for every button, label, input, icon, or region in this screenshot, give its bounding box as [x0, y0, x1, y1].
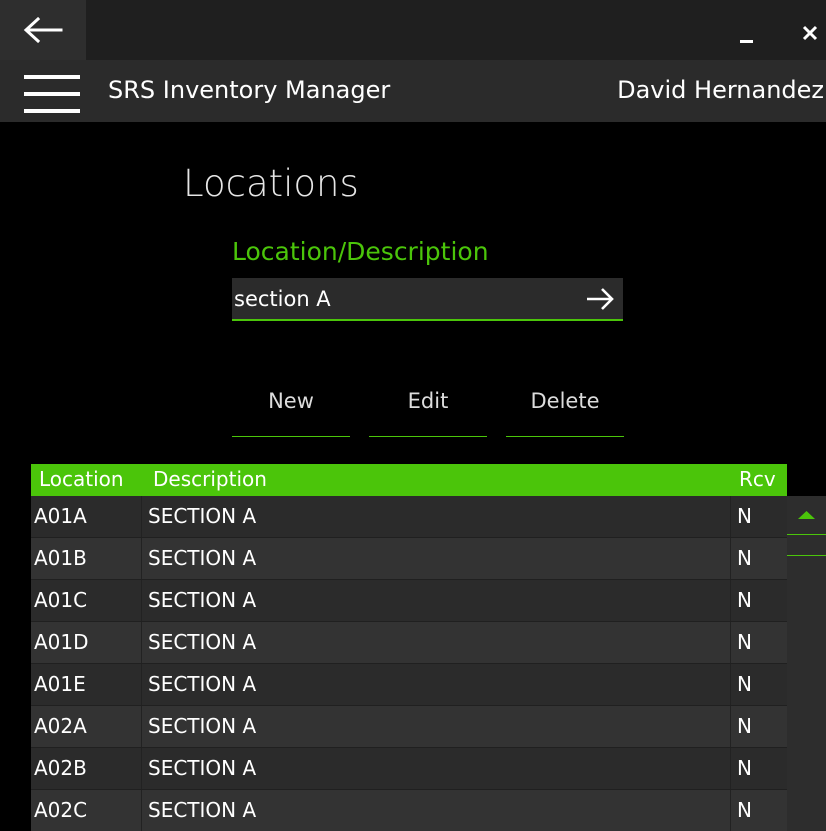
close-button[interactable]: [782, 0, 826, 60]
description-cell: SECTION A: [143, 706, 731, 747]
location-cell: A02B: [31, 748, 142, 789]
column-header-rcv[interactable]: Rcv: [739, 467, 776, 491]
locations-grid: Location Description Rcv A01A SECTION ANA…: [31, 464, 826, 831]
search-label: Location/Description: [232, 237, 489, 266]
table-row[interactable]: A02C SECTION AN: [31, 790, 787, 831]
rcv-cell: N: [737, 756, 752, 780]
rcv-cell: N: [737, 588, 752, 612]
search-box: [232, 278, 623, 321]
vertical-scrollbar[interactable]: [787, 496, 826, 831]
table-row[interactable]: A01E SECTION AN: [31, 664, 787, 706]
table-row[interactable]: A01B SECTION AN: [31, 538, 787, 580]
table-row[interactable]: A01D SECTION AN: [31, 622, 787, 664]
search-submit-button[interactable]: [585, 286, 615, 312]
table-row[interactable]: A02B SECTION AN: [31, 748, 787, 790]
description-cell: SECTION A: [143, 496, 731, 537]
table-row[interactable]: A01C SECTION AN: [31, 580, 787, 622]
user-name[interactable]: David Hernandez: [617, 76, 824, 104]
location-cell: A01A: [31, 496, 142, 537]
table-row[interactable]: A01A SECTION AN: [31, 496, 787, 538]
arrow-left-icon: [23, 17, 63, 43]
triangle-up-icon: [798, 511, 815, 519]
location-cell: A01B: [31, 538, 142, 579]
search-input[interactable]: [234, 278, 564, 319]
new-button[interactable]: New: [232, 365, 350, 437]
edit-button[interactable]: Edit: [369, 365, 487, 437]
rcv-cell: N: [737, 630, 752, 654]
window-titlebar: [0, 0, 826, 60]
location-cell: A01D: [31, 622, 142, 663]
hamburger-menu-icon[interactable]: [24, 75, 80, 113]
scrollbar-thumb[interactable]: [787, 534, 826, 556]
location-cell: A02A: [31, 706, 142, 747]
column-header-location[interactable]: Location: [39, 467, 124, 491]
grid-header: Location Description Rcv: [31, 464, 787, 496]
minimize-icon: [740, 40, 753, 43]
close-icon: [802, 25, 818, 41]
description-cell: SECTION A: [143, 664, 731, 705]
table-row[interactable]: A02A SECTION AN: [31, 706, 787, 748]
column-header-description[interactable]: Description: [153, 467, 267, 491]
app-title: SRS Inventory Manager: [108, 76, 391, 104]
rcv-cell: N: [737, 546, 752, 570]
location-cell: A01E: [31, 664, 142, 705]
description-cell: SECTION A: [143, 748, 731, 789]
description-cell: SECTION A: [143, 538, 731, 579]
description-cell: SECTION A: [143, 580, 731, 621]
grid-rows: A01A SECTION A N A01B SECTION A N A01C SECTION …: [31, 496, 787, 831]
rcv-cell: N: [737, 672, 752, 696]
minimize-button[interactable]: [726, 0, 766, 60]
location-cell: A02C: [31, 790, 142, 831]
description-cell: SECTION A: [143, 790, 731, 831]
page-title: Locations: [183, 162, 359, 205]
rcv-cell: N: [737, 504, 752, 528]
location-cell: A01C: [31, 580, 142, 621]
app-bar: SRS Inventory Manager David Hernandez: [0, 60, 826, 122]
scroll-up-button[interactable]: [787, 496, 826, 534]
rcv-cell: N: [737, 714, 752, 738]
description-cell: SECTION A: [143, 622, 731, 663]
back-button[interactable]: [0, 0, 86, 60]
rcv-cell: N: [737, 798, 752, 822]
delete-button[interactable]: Delete: [506, 365, 624, 437]
arrow-right-icon: [587, 288, 614, 310]
